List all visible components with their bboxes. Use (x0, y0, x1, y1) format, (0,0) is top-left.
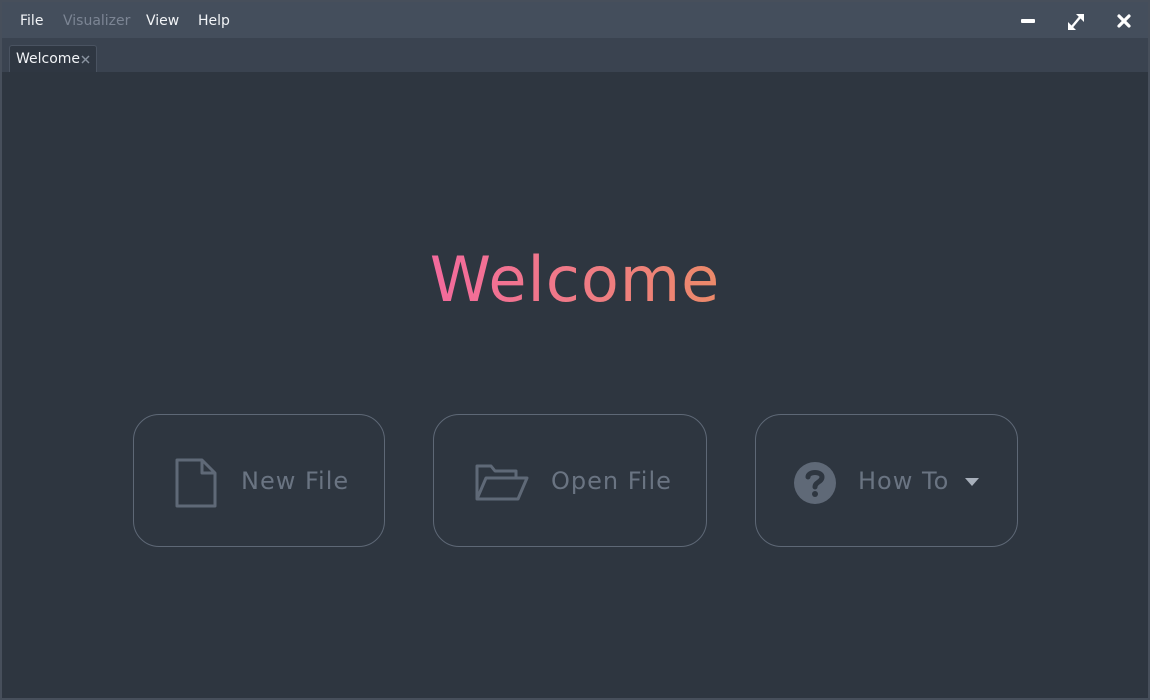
welcome-page: Welcome New File Open File How To (2, 72, 1148, 698)
open-folder-icon (475, 464, 529, 501)
menu-visualizer: Visualizer (63, 13, 131, 29)
minimize-icon (1021, 19, 1035, 23)
chevron-down-icon (965, 478, 979, 486)
tab-close-icon[interactable] (80, 54, 91, 65)
tab-label: Welcome (16, 51, 81, 67)
how-to-button[interactable]: How To (755, 414, 1018, 547)
help-circle-icon (794, 462, 836, 504)
close-window-button[interactable] (1110, 8, 1138, 34)
open-file-button[interactable]: Open File (433, 414, 707, 547)
maximize-icon (1068, 14, 1084, 30)
open-file-label: Open File (551, 467, 672, 495)
menu-bar: File Visualizer View Help (2, 2, 1148, 38)
minimize-button[interactable] (1014, 8, 1042, 34)
close-icon (1117, 14, 1131, 28)
new-file-button[interactable]: New File (133, 414, 385, 547)
how-to-label: How To (858, 467, 950, 495)
menu-view[interactable]: View (146, 2, 179, 38)
page-title-text: Welcome (429, 243, 721, 316)
menu-file[interactable]: File (20, 2, 43, 38)
tab-bar: Welcome (2, 38, 1148, 72)
menu-help[interactable]: Help (198, 2, 230, 38)
page-title: Welcome (2, 240, 1148, 320)
tab-welcome[interactable]: Welcome (9, 45, 97, 72)
app-window: File Visualizer View Help Welcome Welcom… (0, 0, 1150, 700)
new-file-label: New File (241, 467, 350, 495)
maximize-button[interactable] (1062, 8, 1090, 34)
new-file-icon (175, 458, 217, 508)
